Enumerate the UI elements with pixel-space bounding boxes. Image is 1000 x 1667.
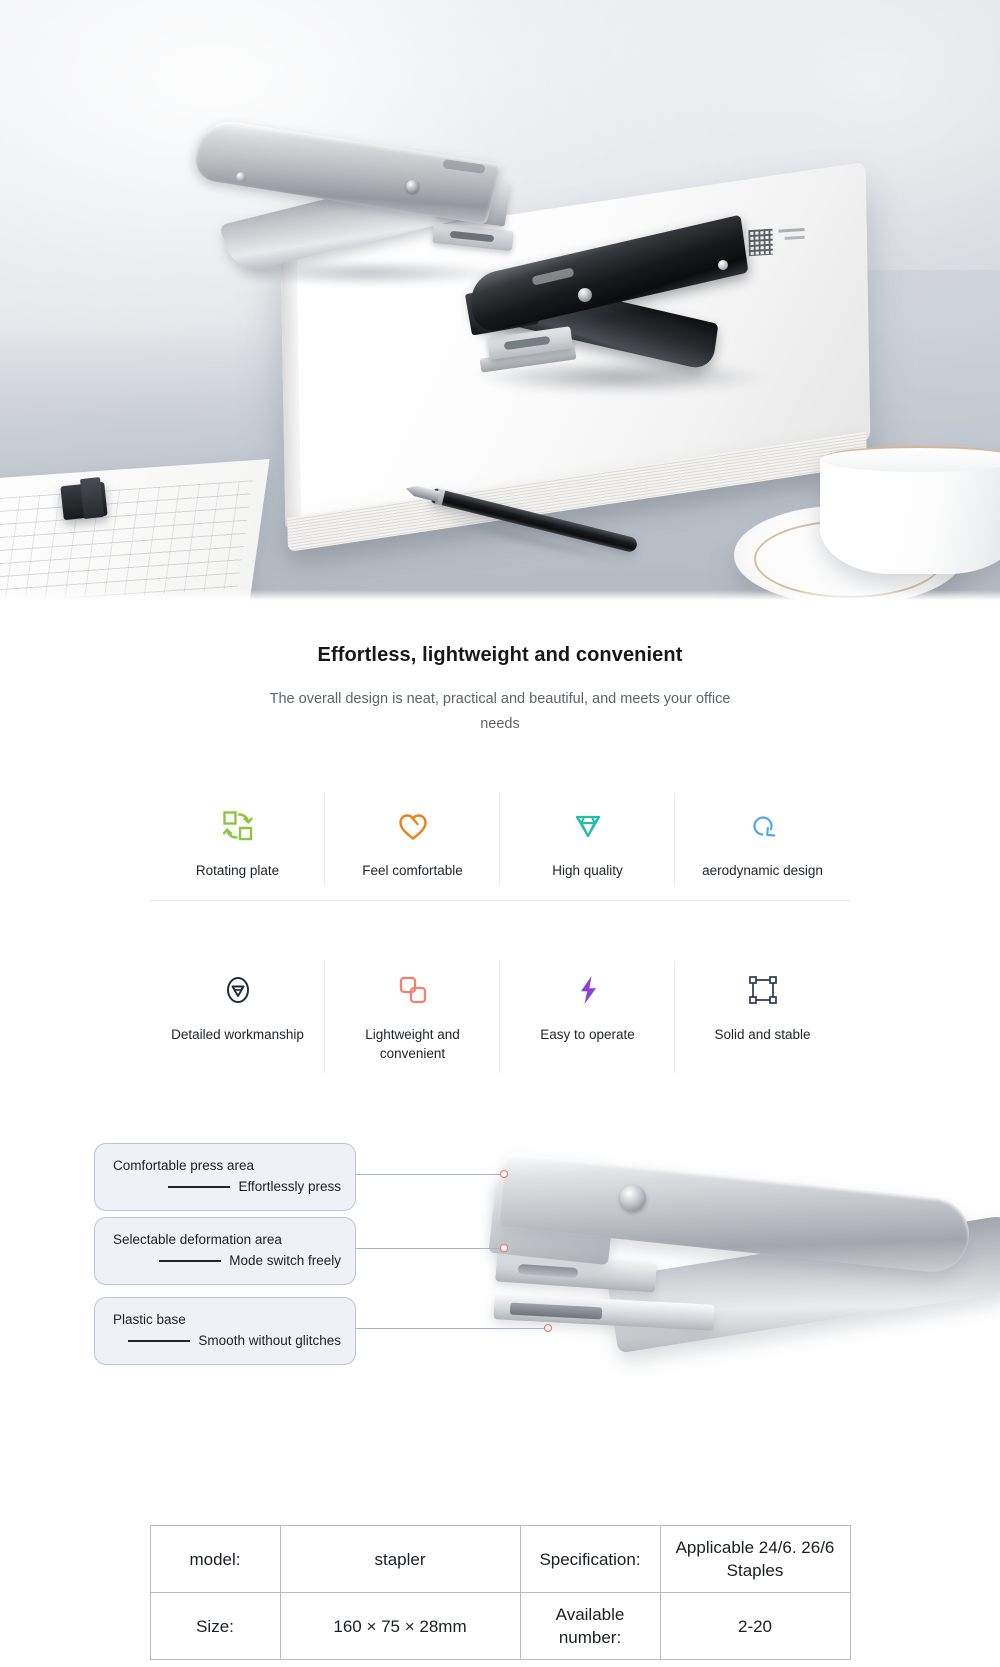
callout-title: Plastic base	[113, 1312, 186, 1327]
spec-value-size: 160 × 75 × 28mm	[279, 1592, 521, 1660]
callout-anchor-dot-1	[500, 1170, 508, 1178]
feature-label: aerodynamic design	[702, 863, 823, 878]
callout-anchor-dot-2	[500, 1244, 508, 1252]
heart-icon	[396, 805, 430, 847]
feature-item-feel-comfortable: Feel comfortable	[325, 779, 500, 900]
callout-title: Comfortable press area	[113, 1158, 255, 1173]
spec-label-specification: Specification:	[519, 1525, 661, 1593]
feature-label: Detailed workmanship	[171, 1027, 304, 1042]
annotated-product-section: Comfortable press area Effortlessly pres…	[0, 1129, 1000, 1459]
black-stapler	[460, 214, 770, 401]
feature-label: Feel comfortable	[362, 863, 463, 878]
bounding-box-icon	[746, 969, 780, 1011]
pen-nib	[404, 483, 440, 502]
spec-label-available-number: Available number:	[519, 1592, 661, 1660]
table-row: model: stapler Specification: Applicable…	[149, 1525, 851, 1593]
callout-dash	[168, 1186, 231, 1188]
refresh-circle-icon	[746, 805, 780, 847]
gem-badge-icon	[221, 969, 255, 1011]
lightning-bolt-icon	[571, 969, 605, 1011]
features-section: Effortless, lightweight and convenient T…	[0, 600, 1000, 1083]
feature-label: Lightweight and convenient	[365, 1027, 460, 1061]
feature-item-high-quality: High quality	[500, 779, 675, 900]
diamond-icon	[571, 805, 605, 847]
callout-connector-1	[356, 1174, 502, 1175]
binder-clip-handle	[79, 477, 105, 519]
feature-label: High quality	[552, 863, 623, 878]
feature-label: Solid and stable	[714, 1027, 811, 1042]
callout-detail: Effortlessly press	[238, 1179, 341, 1194]
feature-label: Rotating plate	[195, 863, 280, 878]
specification-table-wrapper: model: stapler Specification: Applicable…	[0, 1525, 1000, 1660]
callout-detail-row: Effortlessly press	[113, 1176, 341, 1198]
callout-detail-row: Smooth without glitches	[113, 1330, 341, 1352]
rotate-squares-icon	[221, 805, 255, 847]
callout-title: Selectable deformation area	[113, 1232, 282, 1247]
specification-table: model: stapler Specification: Applicable…	[149, 1525, 851, 1660]
notebook-vertical-rules	[0, 480, 253, 600]
spec-value-model: stapler	[279, 1525, 521, 1593]
hero-product-photo	[0, 0, 1000, 600]
feature-item-rotating-plate: Rotating plate	[150, 779, 325, 900]
hero-bottom-fade	[0, 590, 1000, 600]
callout-anchor-dot-3	[544, 1324, 552, 1332]
callout-dash	[159, 1260, 222, 1262]
callout-connector-2	[356, 1248, 502, 1249]
feature-item-lightweight-convenient: Lightweight and convenient	[325, 943, 500, 1083]
black-stapler-pivot-screw	[578, 288, 592, 302]
ruled-notebook-prop	[0, 459, 270, 600]
callout-detail: Smooth without glitches	[198, 1333, 341, 1348]
callout-dash	[128, 1340, 191, 1342]
feature-grid-row-1: Rotating plate Feel comfortable High qua…	[150, 779, 850, 900]
callout-detail-row: Mode switch freely	[113, 1250, 341, 1272]
feature-item-easy-to-operate: Easy to operate	[500, 943, 675, 1083]
spec-label-model: model:	[149, 1525, 281, 1593]
feature-item-solid-and-stable: Solid and stable	[675, 943, 850, 1083]
feature-label: Easy to operate	[540, 1027, 635, 1042]
section-subtitle: The overall design is neat, practical an…	[269, 691, 731, 732]
black-stapler-rivet	[718, 260, 728, 270]
annotated-product-photo	[470, 1149, 1000, 1449]
spec-label-size: Size:	[149, 1592, 281, 1660]
copy-squares-icon	[396, 969, 430, 1011]
feature-grid-divider	[150, 900, 850, 901]
feature-item-detailed-workmanship: Detailed workmanship	[150, 943, 325, 1083]
spec-value-specification: Applicable 24/6. 26/6 Staples	[659, 1525, 851, 1593]
spec-value-available-number: 2-20	[659, 1592, 851, 1660]
silver-stapler-pivot-screw	[406, 180, 419, 193]
silver-stapler-rivet	[236, 172, 246, 182]
callout-selectable-deformation-area: Selectable deformation area Mode switch …	[94, 1217, 356, 1285]
callout-comfortable-press-area: Comfortable press area Effortlessly pres…	[94, 1143, 356, 1211]
callout-detail: Mode switch freely	[229, 1253, 341, 1268]
product-pivot-screw	[620, 1185, 646, 1211]
section-title: Effortless, lightweight and convenient	[317, 644, 683, 666]
feature-grid-row-2: Detailed workmanship Lightweight and con…	[150, 943, 850, 1083]
callout-plastic-base: Plastic base Smooth without glitches	[94, 1297, 356, 1365]
product-detail-page: Effortless, lightweight and convenient T…	[0, 0, 1000, 1667]
feature-item-aerodynamic-design: aerodynamic design	[675, 779, 850, 900]
table-row: Size: 160 × 75 × 28mm Available number: …	[149, 1592, 851, 1660]
callout-connector-3	[356, 1328, 546, 1329]
